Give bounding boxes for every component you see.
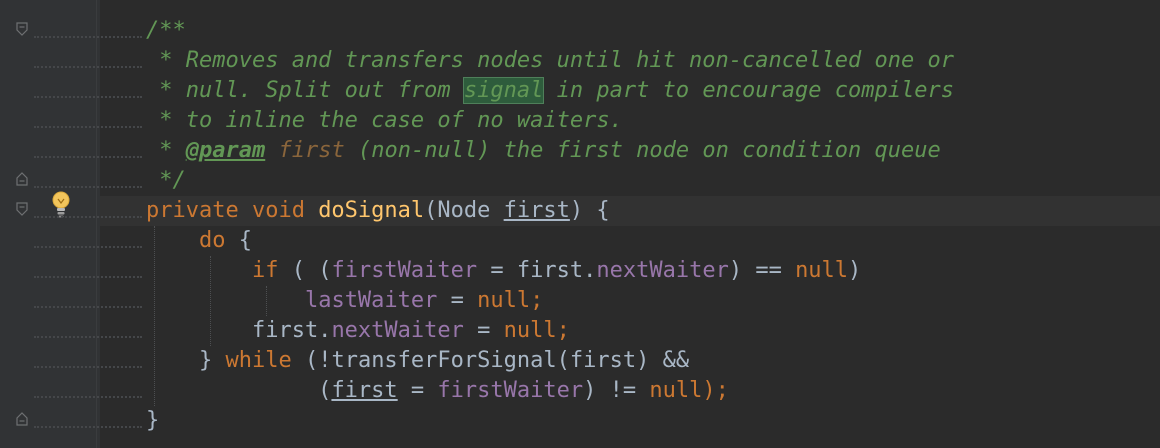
- whitespace-dots: [34, 156, 142, 160]
- code-token: firstWaiter: [437, 378, 584, 403]
- code-line-doc-4[interactable]: * @param first (non-null) the first node…: [146, 136, 941, 166]
- code-token: null: [477, 288, 531, 313]
- code-token: =: [463, 318, 504, 343]
- code-line-do-line[interactable]: do {: [146, 226, 252, 256]
- code-line-doc-open[interactable]: /**: [146, 16, 186, 46]
- code-token: (Node: [424, 198, 504, 223]
- code-line-doc-close[interactable]: */: [146, 166, 186, 196]
- code-token: ;: [556, 318, 570, 343]
- whitespace-dots: [34, 66, 142, 70]
- code-token: ;: [530, 288, 544, 313]
- code-token: }: [146, 408, 160, 433]
- code-token: null: [649, 378, 703, 403]
- code-token: (!transferForSignal(first) &&: [291, 348, 690, 373]
- code-token: ) {: [569, 198, 610, 223]
- whitespace-dots: [34, 306, 142, 310]
- code-line-method-sig[interactable]: private void doSignal(Node first) {: [146, 196, 610, 226]
- whitespace-dots: [34, 186, 142, 190]
- code-line-next-waiter-line[interactable]: first.nextWaiter = null;: [146, 316, 570, 346]
- code-line-while-cond-line[interactable]: (first = firstWaiter) != null);: [146, 376, 729, 406]
- code-line-while-line[interactable]: } while (!transferForSignal(first) &&: [146, 346, 689, 376]
- code-line-doc-3[interactable]: * to inline the case of no waiters.: [146, 106, 623, 136]
- whitespace-dots: [34, 336, 142, 340]
- code-token: */: [146, 168, 186, 193]
- code-token: nextWaiter: [331, 318, 464, 343]
- code-token: first: [278, 138, 345, 163]
- code-token: ): [848, 258, 862, 283]
- code-token: firstWaiter: [331, 258, 478, 283]
- code-token: signal: [462, 77, 545, 104]
- code-line-close-brace[interactable]: }: [146, 406, 159, 436]
- code-token: @param: [185, 138, 266, 163]
- fold-close-icon[interactable]: [16, 412, 28, 426]
- code-editor[interactable]: /** * Removes and transfers nodes until …: [0, 0, 1160, 448]
- code-token: first.: [146, 318, 332, 343]
- code-token: if: [251, 258, 279, 283]
- code-token: /**: [146, 18, 186, 43]
- code-line-doc-2[interactable]: * null. Split out from signal in part to…: [146, 76, 954, 106]
- code-token: null: [795, 258, 849, 283]
- code-token: * Removes and transfers nodes until hit …: [146, 48, 954, 73]
- whitespace-dots: [34, 216, 142, 220]
- code-token: );: [702, 378, 729, 403]
- code-token: }: [146, 348, 226, 373]
- whitespace-dots: [34, 246, 142, 250]
- fold-close-icon[interactable]: [16, 172, 28, 186]
- whitespace-dots: [34, 276, 142, 280]
- whitespace-dots: [34, 36, 142, 40]
- code-line-last-waiter-line[interactable]: lastWaiter = null;: [146, 286, 543, 316]
- code-token: * null. Split out from: [146, 78, 464, 103]
- code-token: ( (: [278, 258, 332, 283]
- fold-open-icon[interactable]: [16, 22, 28, 36]
- code-token: *: [146, 138, 186, 163]
- code-token: do: [198, 228, 226, 253]
- code-token: private void: [146, 198, 319, 223]
- whitespace-dots: [34, 396, 142, 400]
- fold-open-icon[interactable]: [16, 202, 28, 216]
- code-token: = first.: [477, 258, 597, 283]
- code-token: first: [331, 378, 398, 403]
- code-token: ) !=: [583, 378, 650, 403]
- code-token: * to inline the case of no waiters.: [146, 108, 623, 133]
- code-token: first: [503, 198, 570, 223]
- code-token: null: [503, 318, 557, 343]
- code-token: doSignal: [318, 198, 425, 223]
- code-token: ) ==: [728, 258, 796, 283]
- code-token: (: [146, 378, 332, 403]
- code-line-doc-1[interactable]: * Removes and transfers nodes until hit …: [146, 46, 954, 76]
- code-token: =: [397, 378, 438, 403]
- code-token: while: [225, 348, 292, 373]
- code-token: nextWaiter: [596, 258, 729, 283]
- whitespace-dots: [34, 426, 142, 430]
- code-token: (non-null) the first node on condition q…: [344, 138, 941, 163]
- code-token: =: [437, 288, 478, 313]
- code-token: lastWaiter: [304, 288, 438, 313]
- code-token: {: [225, 228, 252, 253]
- whitespace-dots: [34, 126, 142, 130]
- code-line-if-line[interactable]: if ( (firstWaiter = first.nextWaiter) ==…: [146, 256, 861, 286]
- code-token: in part to encourage compilers: [543, 78, 954, 103]
- whitespace-dots: [34, 366, 142, 370]
- whitespace-dots: [34, 96, 142, 100]
